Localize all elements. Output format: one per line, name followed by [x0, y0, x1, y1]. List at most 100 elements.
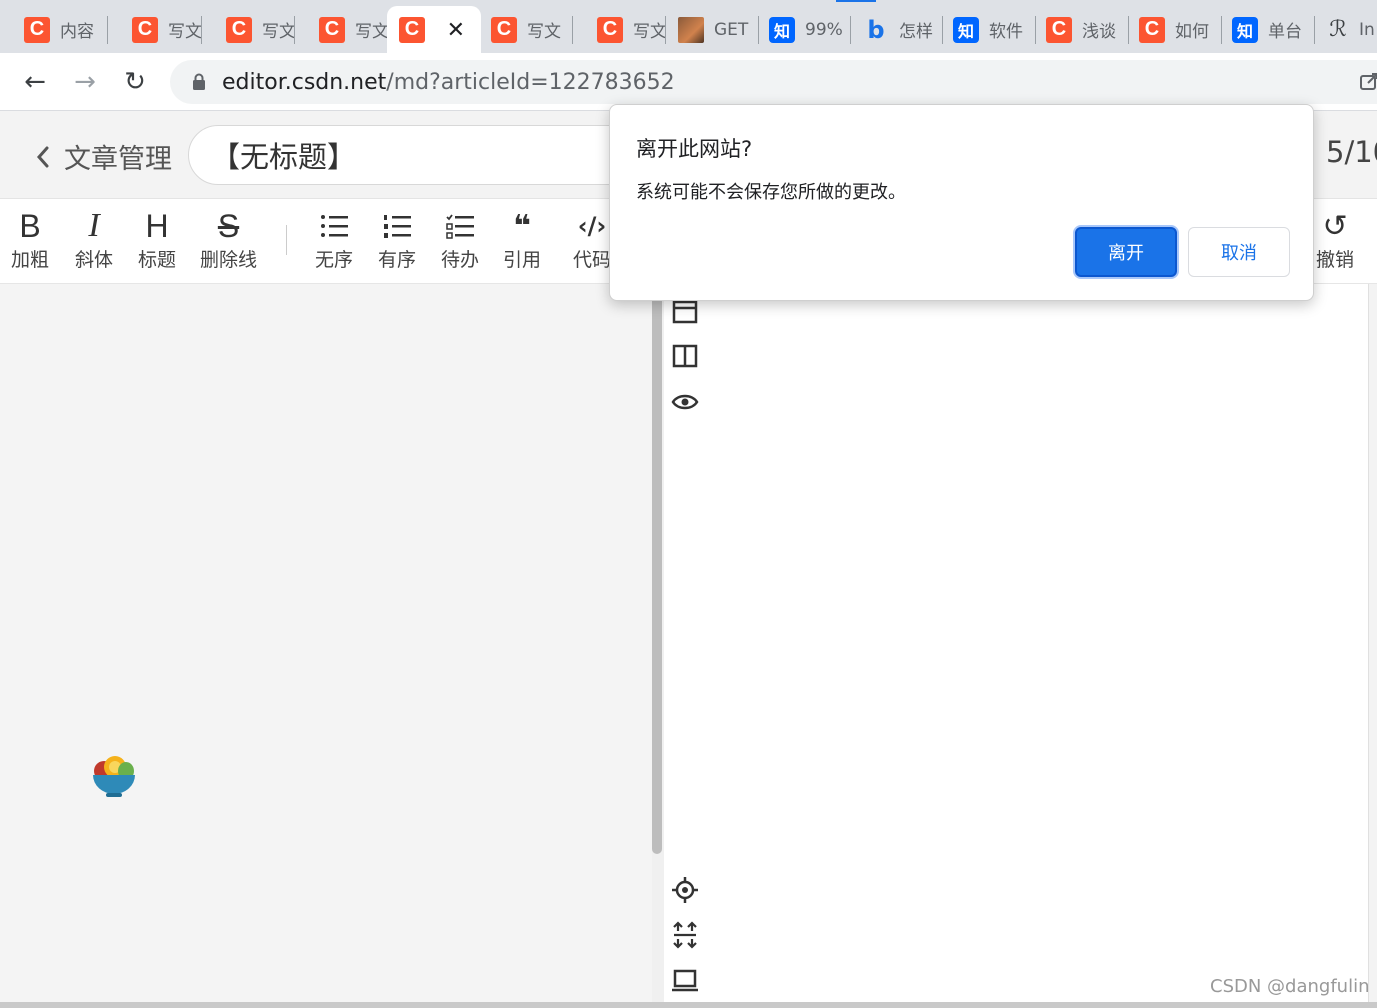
italic-label: 斜体 — [75, 249, 114, 271]
browser-tab[interactable]: 知 软件 — [943, 6, 1036, 53]
sync-scroll-icon[interactable] — [670, 920, 700, 950]
heading-button[interactable]: H 标题 — [138, 207, 176, 272]
quote-button[interactable]: ❝ 引用 — [503, 209, 541, 272]
csdn-icon: C — [597, 16, 623, 43]
article-management-link[interactable]: 文章管理 — [34, 137, 172, 176]
editor-scrollbar-thumb[interactable] — [652, 284, 662, 854]
undo-icon: ↺ — [1322, 208, 1348, 244]
preview-pane — [664, 284, 1368, 1008]
tab-title: 浅谈 — [1082, 22, 1116, 42]
heading-icon: H — [145, 207, 169, 244]
csdn-icon: C — [226, 16, 252, 43]
locate-crosshair-icon[interactable] — [670, 875, 700, 905]
browser-tab[interactable]: C 浅谈 — [1036, 6, 1129, 53]
lock-icon — [193, 73, 205, 90]
article-title-value: 【无标题】 — [211, 140, 357, 174]
tab-title: 软件 — [989, 22, 1023, 42]
strikethrough-icon: S — [217, 207, 240, 244]
ordered-list-button[interactable]: 有序 — [378, 209, 416, 272]
browser-tab[interactable]: 知 单台 — [1222, 6, 1315, 53]
forward-arrow-icon[interactable]: → — [68, 65, 102, 99]
strikethrough-label: 删除线 — [200, 249, 258, 271]
address-bar[interactable]: editor.csdn.net/md?articleId=122783652 — [170, 60, 1377, 104]
unordered-list-button[interactable]: 无序 — [315, 209, 353, 272]
ordered-list-label: 有序 — [378, 249, 417, 271]
quote-label: 引用 — [503, 249, 542, 271]
browser-tab[interactable]: C 写文 — [295, 6, 387, 53]
todo-list-button[interactable]: 待办 — [441, 209, 479, 272]
italic-button[interactable]: I 斜体 — [75, 207, 114, 272]
url-host: editor.csdn.net — [222, 69, 387, 95]
tab-title: 写文 — [355, 22, 387, 42]
tab-title: 怎样 — [899, 22, 933, 42]
browser-tab[interactable]: b 怎样 — [851, 6, 943, 53]
share-icon[interactable] — [1360, 71, 1377, 91]
undo-label: 撤销 — [1316, 249, 1355, 271]
csdn-icon: C — [399, 16, 425, 43]
tab-title: 写文 — [262, 22, 295, 42]
browser-tab[interactable]: C 写文 — [202, 6, 295, 53]
todo-list-label: 待办 — [441, 249, 480, 271]
zhihu-icon: 知 — [769, 16, 795, 43]
cancel-button[interactable]: 取消 — [1188, 227, 1290, 277]
quote-icon: ❝ — [513, 208, 531, 244]
csdn-icon: C — [24, 16, 50, 43]
bold-label: 加粗 — [11, 249, 50, 271]
split-view-icon[interactable] — [670, 341, 700, 371]
tab-title: 单台 — [1268, 22, 1302, 42]
tab-title: 写文 — [168, 22, 202, 42]
reload-icon[interactable]: ↻ — [118, 65, 152, 99]
tab-title: GET — [714, 19, 749, 40]
italic-icon: I — [88, 207, 100, 244]
tab-loading-indicator — [836, 0, 876, 2]
undo-button[interactable]: ↺ 撤销 — [1316, 209, 1354, 272]
bing-icon: b — [867, 15, 885, 44]
article-management-label: 文章管理 — [64, 144, 172, 175]
horizontal-scrollbar[interactable] — [0, 1002, 1377, 1008]
single-column-icon[interactable] — [670, 297, 700, 327]
markdown-editor-pane[interactable] — [0, 284, 652, 1008]
csdn-icon: C — [132, 16, 158, 43]
leave-site-dialog: 离开此网站? 系统可能不会保存您所做的更改。 离开 取消 — [609, 104, 1314, 301]
browser-tab[interactable]: C 写文 — [108, 6, 202, 53]
todo-list-icon — [446, 209, 474, 243]
zhihu-icon: 知 — [953, 16, 979, 43]
zhihu-icon: 知 — [1232, 16, 1258, 43]
dialog-title: 离开此网站? — [636, 137, 753, 161]
laptop-icon[interactable] — [670, 966, 700, 996]
browser-tab[interactable]: C 写文 — [481, 6, 573, 53]
image-icon — [678, 16, 704, 43]
preview-eye-icon[interactable] — [670, 387, 700, 417]
extension-icon: ℛ — [1329, 17, 1347, 42]
browser-tab[interactable]: C 内容 — [0, 6, 108, 53]
browser-toolbar: ← → ↻ editor.csdn.net/md?articleId=12278… — [0, 53, 1377, 111]
browser-tab[interactable]: C 如何 — [1129, 6, 1222, 53]
browser-tab[interactable]: ℛ In — [1315, 6, 1377, 53]
unordered-list-icon — [320, 209, 348, 243]
leave-button[interactable]: 离开 — [1075, 227, 1177, 277]
preview-scrollbar[interactable] — [1368, 284, 1377, 1008]
browser-tab[interactable]: 知 99% — [759, 6, 851, 53]
csdn-icon: C — [319, 16, 345, 43]
code-icon: ‹/› — [577, 212, 607, 240]
csdn-icon: C — [1139, 16, 1165, 43]
tab-title: 99% — [805, 19, 843, 40]
url-text: editor.csdn.net/md?articleId=122783652 — [222, 70, 675, 95]
title-char-count: 5/10 — [1326, 135, 1377, 169]
browser-tab[interactable]: GET — [666, 6, 759, 53]
tab-title: In — [1359, 19, 1375, 40]
bold-button[interactable]: B 加粗 — [11, 208, 50, 272]
back-arrow-icon[interactable]: ← — [18, 65, 52, 99]
fruit-bowl-icon — [93, 756, 135, 797]
tab-title: 写文 — [527, 22, 561, 42]
code-button[interactable]: ‹/› 代码 — [573, 209, 611, 272]
csdn-icon: C — [1046, 16, 1072, 43]
tab-close-icon[interactable]: ✕ — [447, 18, 465, 43]
watermark-text: CSDN @dangfulin — [1210, 976, 1370, 997]
strikethrough-button[interactable]: S 删除线 — [200, 207, 258, 272]
browser-tab-active[interactable]: C ✕ — [387, 6, 481, 53]
browser-tab-strip: C 内容 C 写文 C 写文 C 写文 C ✕ C 写文 C 写文 GET 知 … — [0, 0, 1377, 53]
url-path: /md?articleId=122783652 — [386, 69, 675, 95]
browser-tab[interactable]: C 写文 — [573, 6, 666, 53]
toolbar-divider — [286, 225, 287, 255]
